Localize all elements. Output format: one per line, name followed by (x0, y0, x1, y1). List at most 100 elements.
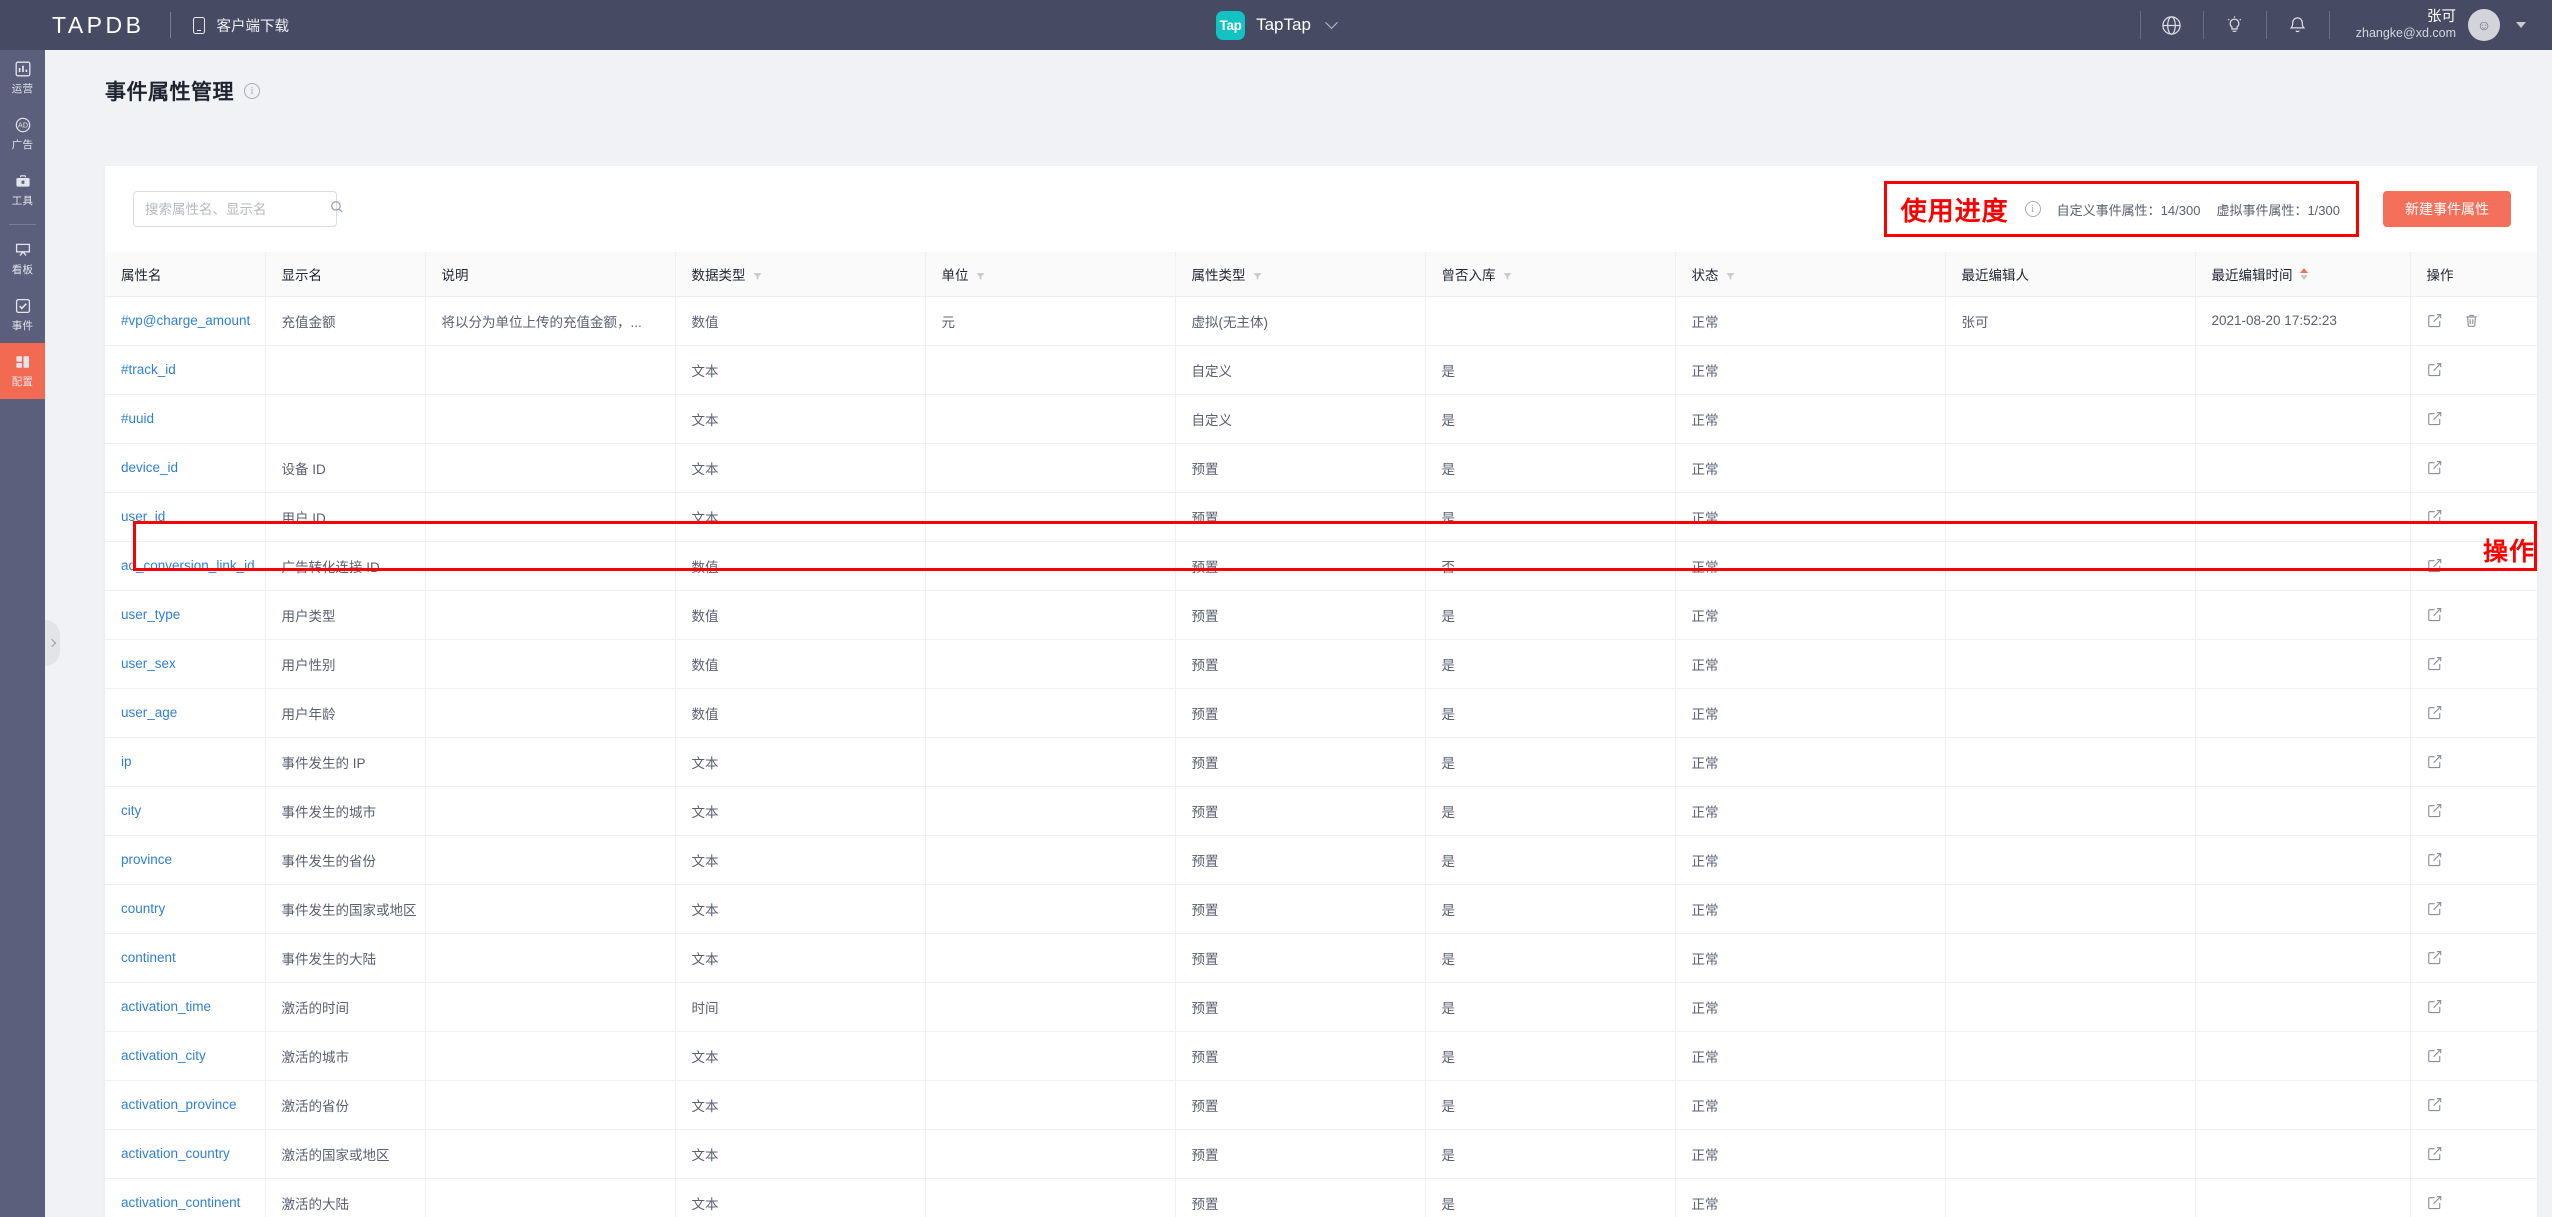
filter-icon[interactable] (753, 269, 762, 281)
search-input[interactable] (145, 201, 322, 217)
table-row[interactable]: user_type 用户类型 数值 预置是正常 (105, 590, 2537, 640)
edit-icon[interactable] (2427, 803, 2442, 818)
globe-icon[interactable] (2141, 0, 2203, 50)
table-header-cell[interactable]: 操作 (2409, 252, 2537, 297)
filter-icon[interactable] (1726, 269, 1735, 281)
edit-icon[interactable] (2427, 1195, 2442, 1210)
table-cell-name[interactable]: activation_continent (105, 1178, 265, 1217)
edit-icon[interactable] (2427, 509, 2442, 524)
edit-icon[interactable] (2427, 313, 2442, 328)
info-icon[interactable]: i (244, 83, 260, 99)
table-cell-name[interactable]: country (105, 884, 265, 934)
table-cell-name[interactable]: activation_city (105, 1031, 265, 1081)
usage-info-icon[interactable]: i (2024, 201, 2041, 217)
client-download-link[interactable]: 客户端下载 (193, 15, 289, 36)
table-cell-name[interactable]: ad_conversion_link_id (105, 541, 265, 591)
table-row[interactable]: activation_province 激活的省份 文本 预置是正常 (105, 1080, 2537, 1130)
edit-icon[interactable] (2427, 460, 2442, 475)
table-cell-name[interactable]: #uuid (105, 394, 265, 444)
table-row[interactable]: #uuid 文本 自定义是正常 (105, 394, 2537, 444)
table-row[interactable]: device_id 设备 ID 文本 预置是正常 (105, 443, 2537, 493)
edit-icon[interactable] (2427, 754, 2442, 769)
table-row[interactable]: ip 事件发生的 IP 文本 预置是正常 (105, 737, 2537, 787)
table-cell-name[interactable]: activation_country (105, 1129, 265, 1179)
table-row[interactable]: activation_city 激活的城市 文本 预置是正常 (105, 1031, 2537, 1081)
sidebar-item-events[interactable]: 事件 (0, 287, 45, 343)
table-row[interactable]: province 事件发生的省份 文本 预置是正常 (105, 835, 2537, 885)
sidebar-item-tools[interactable]: 工具 (0, 162, 45, 218)
table-header-cell[interactable]: 数据类型 (674, 252, 925, 297)
delete-icon[interactable] (2464, 313, 2479, 328)
filter-icon[interactable] (976, 269, 985, 281)
caret-down-icon[interactable] (2516, 22, 2526, 28)
table-cell-name[interactable]: user_sex (105, 639, 265, 689)
table-row[interactable]: #vp@charge_amount 充值金额 将以分为单位上传的充值金额，... 数值… (105, 296, 2537, 346)
table-row[interactable]: continent 事件发生的大陆 文本 预置是正常 (105, 933, 2537, 983)
table-cell-name[interactable]: #track_id (105, 345, 265, 395)
table-header-cell[interactable]: 属性名 (105, 252, 265, 297)
table-cell-display: 激活的时间 (264, 982, 425, 1032)
table-row[interactable]: ad_conversion_link_id 广告转化连接 ID 数值 预置否正常 (105, 541, 2537, 591)
filter-icon[interactable] (1253, 269, 1262, 281)
edit-icon[interactable] (2427, 1048, 2442, 1063)
table-cell-edited (2194, 1031, 2410, 1081)
table-header-cell[interactable]: 曾否入库 (1424, 252, 1675, 297)
table-row[interactable]: country 事件发生的国家或地区 文本 预置是正常 (105, 884, 2537, 934)
edit-icon[interactable] (2427, 950, 2442, 965)
table-cell-name[interactable]: device_id (105, 443, 265, 493)
table-row[interactable]: user_id 用户 ID 文本 预置是正常 (105, 492, 2537, 542)
table-cell-name[interactable]: continent (105, 933, 265, 983)
edit-icon[interactable] (2427, 362, 2442, 377)
table-header-cell[interactable]: 属性类型 (1174, 252, 1425, 297)
edit-icon[interactable] (2427, 656, 2442, 671)
user-menu[interactable]: 张可 zhangke@xd.com ☺ (2330, 8, 2526, 42)
table-row[interactable]: activation_continent 激活的大陆 文本 预置是正常 (105, 1178, 2537, 1217)
chevron-down-icon[interactable] (1325, 15, 1338, 29)
bell-icon[interactable] (2267, 0, 2329, 50)
table-row[interactable]: city 事件发生的城市 文本 预置是正常 (105, 786, 2537, 836)
table-cell-name[interactable]: ip (105, 737, 265, 787)
sort-icon[interactable] (2299, 267, 2308, 280)
table-cell-name[interactable]: user_id (105, 492, 265, 542)
create-event-attribute-button[interactable]: 新建事件属性 (2383, 191, 2511, 227)
table-cell-name[interactable]: city (105, 786, 265, 836)
table-row[interactable]: user_age 用户年龄 数值 预置是正常 (105, 688, 2537, 738)
table-row[interactable]: activation_time 激活的时间 时间 预置是正常 (105, 982, 2537, 1032)
table-cell-name[interactable]: #vp@charge_amount (105, 296, 265, 346)
avatar[interactable]: ☺ (2468, 9, 2500, 41)
table-header-cell[interactable]: 显示名 (264, 252, 425, 297)
edit-icon[interactable] (2427, 558, 2442, 573)
table-cell-name[interactable]: activation_province (105, 1080, 265, 1130)
table-header-cell[interactable]: 单位 (924, 252, 1175, 297)
table-row[interactable]: #track_id 文本 自定义是正常 (105, 345, 2537, 395)
edit-icon[interactable] (2427, 901, 2442, 916)
sidebar-item-config[interactable]: 配置 (0, 343, 45, 399)
table-header-cell[interactable]: 最近编辑人 (1944, 252, 2195, 297)
table-row[interactable]: activation_country 激活的国家或地区 文本 预置是正常 (105, 1129, 2537, 1179)
sidebar-item-operations[interactable]: 运营 (0, 50, 45, 106)
edit-icon[interactable] (2427, 1146, 2442, 1161)
edit-icon[interactable] (2427, 1097, 2442, 1112)
search-icon[interactable] (330, 200, 344, 219)
edit-icon[interactable] (2427, 607, 2442, 622)
sidebar-item-ads[interactable]: AD 广告 (0, 106, 45, 162)
table-cell-name[interactable]: province (105, 835, 265, 885)
edit-icon[interactable] (2427, 999, 2442, 1014)
table-cell-name[interactable]: user_age (105, 688, 265, 738)
project-name[interactable]: TapTap (1256, 15, 1311, 35)
edit-icon[interactable] (2427, 705, 2442, 720)
edit-icon[interactable] (2427, 411, 2442, 426)
table-cell-name[interactable]: activation_time (105, 982, 265, 1032)
lightbulb-icon[interactable] (2204, 0, 2266, 50)
table-cell-name[interactable]: user_type (105, 590, 265, 640)
edit-icon[interactable] (2427, 852, 2442, 867)
table-header-cell[interactable]: 说明 (424, 252, 675, 297)
filter-icon[interactable] (1503, 269, 1512, 281)
table-header-cell[interactable]: 最近编辑时间 (2194, 252, 2410, 297)
table-header-cell[interactable]: 状态 (1674, 252, 1945, 297)
sidebar-item-dashboard[interactable]: 看板 (0, 231, 45, 287)
app-logo[interactable]: TAPDB (0, 12, 144, 39)
search-box[interactable] (133, 191, 343, 227)
table-row[interactable]: user_sex 用户性别 数值 预置是正常 (105, 639, 2537, 689)
table-cell-desc (424, 345, 675, 395)
